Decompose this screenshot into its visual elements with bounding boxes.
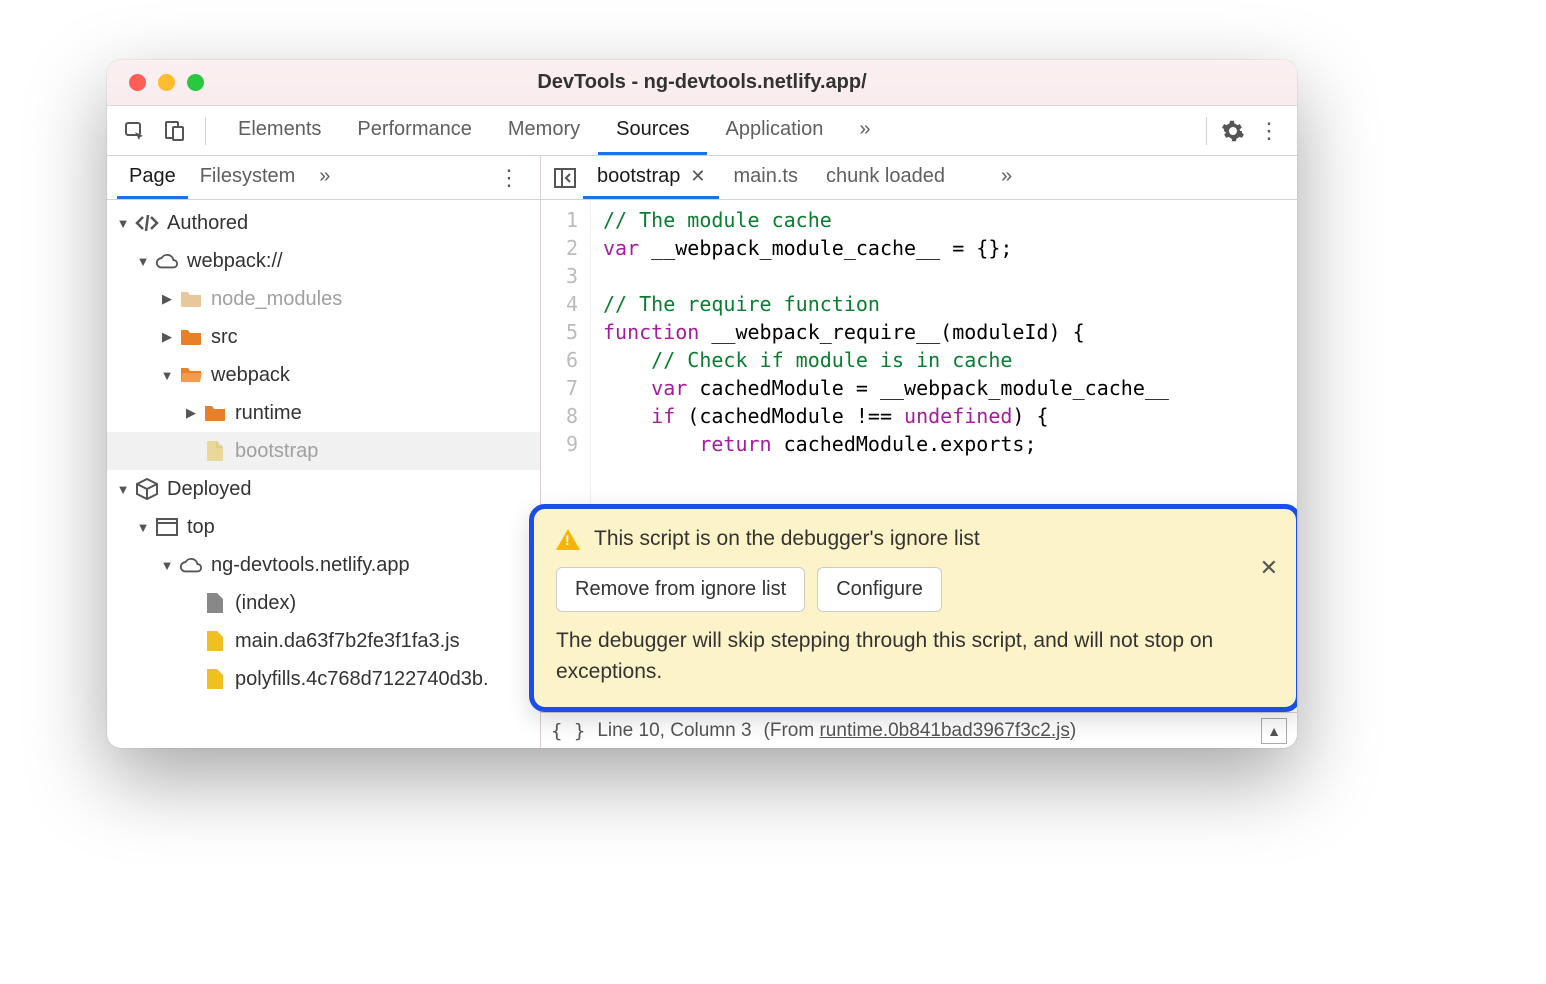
- separator: [205, 117, 206, 145]
- folder-open-icon: [179, 363, 203, 387]
- tree-label: node_modules: [211, 288, 342, 311]
- tree-node-modules[interactable]: ▶node_modules: [107, 280, 540, 318]
- source-from: (From runtime.0b841bad3967f3c2.js): [764, 720, 1077, 742]
- tree-label: src: [211, 326, 238, 349]
- tree-top[interactable]: ▼top: [107, 508, 540, 546]
- source-link[interactable]: runtime.0b841bad3967f3c2.js: [819, 720, 1069, 741]
- devtools-window: DevTools - ng-devtools.netlify.app/ Elem…: [107, 60, 1297, 748]
- navigator-toggle-icon[interactable]: [547, 160, 583, 196]
- sidebar-tab-page[interactable]: Page: [117, 156, 188, 199]
- editor-pane: bootstrap✕ main.ts chunk loaded » 1 2 3 …: [541, 156, 1297, 748]
- editor-statusbar: { } Line 10, Column 3 (From runtime.0b84…: [541, 712, 1297, 748]
- filetabs-overflow-icon[interactable]: »: [987, 156, 1026, 199]
- warning-icon: [556, 529, 580, 550]
- tree-label: Authored: [167, 212, 248, 235]
- file-icon: [203, 591, 227, 615]
- tree-bootstrap[interactable]: bootstrap: [107, 432, 540, 470]
- close-window-icon[interactable]: [129, 74, 146, 91]
- package-icon: [135, 477, 159, 501]
- tree-label: webpack://: [187, 250, 283, 273]
- tree-label: Deployed: [167, 478, 252, 501]
- js-file-icon: [203, 667, 227, 691]
- folder-icon: [179, 325, 203, 349]
- frame-icon: [155, 515, 179, 539]
- tree-label: ng-devtools.netlify.app: [211, 554, 410, 577]
- tree-runtime[interactable]: ▶runtime: [107, 394, 540, 432]
- filetab-bootstrap[interactable]: bootstrap ✕: [583, 156, 719, 199]
- tabs-overflow-icon[interactable]: »: [841, 106, 888, 155]
- sidebar-tab-filesystem[interactable]: Filesystem: [188, 156, 308, 199]
- folder-icon: [179, 287, 203, 311]
- code-icon: [135, 211, 159, 235]
- titlebar: DevTools - ng-devtools.netlify.app/: [107, 60, 1297, 106]
- tree-label: polyfills.4c768d7122740d3b.: [235, 668, 489, 691]
- banner-title: This script is on the debugger's ignore …: [594, 527, 980, 551]
- remove-from-ignore-button[interactable]: Remove from ignore list: [556, 567, 805, 612]
- minimize-window-icon[interactable]: [158, 74, 175, 91]
- tree-src[interactable]: ▶src: [107, 318, 540, 356]
- ignore-list-banner: This script is on the debugger's ignore …: [529, 504, 1297, 712]
- inspect-icon[interactable]: [119, 115, 151, 147]
- tree-label: runtime: [235, 402, 302, 425]
- close-icon[interactable]: ✕: [690, 166, 705, 187]
- file-icon: [203, 439, 227, 463]
- sources-sidebar: Page Filesystem » ⋮ ▼Authored ▼webpack:/…: [107, 156, 541, 748]
- filetab-label: main.ts: [733, 165, 797, 188]
- cloud-icon: [179, 553, 203, 577]
- file-tabs: bootstrap ✕ main.ts chunk loaded »: [541, 156, 1297, 200]
- tree-webpack[interactable]: ▼webpack://: [107, 242, 540, 280]
- configure-button[interactable]: Configure: [817, 567, 942, 612]
- filetab-label: bootstrap: [597, 165, 680, 188]
- tree-polyfills[interactable]: polyfills.4c768d7122740d3b.: [107, 660, 540, 698]
- tree-authored[interactable]: ▼Authored: [107, 204, 540, 242]
- tab-sources[interactable]: Sources: [598, 106, 707, 155]
- sidebar-kebab-icon[interactable]: ⋮: [488, 165, 530, 191]
- folder-icon: [203, 401, 227, 425]
- js-file-icon: [203, 629, 227, 653]
- cursor-position: Line 10, Column 3: [597, 720, 751, 742]
- close-banner-icon[interactable]: ✕: [1260, 555, 1278, 581]
- sidebar-tabs: Page Filesystem » ⋮: [107, 156, 540, 200]
- tab-application[interactable]: Application: [707, 106, 841, 155]
- cloud-icon: [155, 249, 179, 273]
- tree-index[interactable]: (index): [107, 584, 540, 622]
- sidebar-tabs-overflow-icon[interactable]: »: [307, 156, 342, 199]
- tab-memory[interactable]: Memory: [490, 106, 598, 155]
- window-title: DevTools - ng-devtools.netlify.app/: [537, 71, 866, 94]
- file-tree: ▼Authored ▼webpack:// ▶node_modules ▶src…: [107, 200, 540, 748]
- filetab-chunk[interactable]: chunk loaded: [812, 156, 959, 199]
- tree-label: top: [187, 516, 215, 539]
- window-controls: [129, 74, 204, 91]
- tree-label: webpack: [211, 364, 290, 387]
- gear-icon[interactable]: [1217, 115, 1249, 147]
- tree-domain[interactable]: ▼ng-devtools.netlify.app: [107, 546, 540, 584]
- tree-mainjs[interactable]: main.da63f7b2fe3f1fa3.js: [107, 622, 540, 660]
- tree-label: (index): [235, 592, 296, 615]
- kebab-menu-icon[interactable]: ⋮: [1253, 115, 1285, 147]
- filetab-main[interactable]: main.ts: [719, 156, 811, 199]
- separator: [1206, 117, 1207, 145]
- maximize-window-icon[interactable]: [187, 74, 204, 91]
- pretty-print-icon[interactable]: { }: [551, 720, 585, 742]
- tree-deployed[interactable]: ▼Deployed: [107, 470, 540, 508]
- tree-label: bootstrap: [235, 440, 318, 463]
- main-toolbar: Elements Performance Memory Sources Appl…: [107, 106, 1297, 156]
- tree-label: main.da63f7b2fe3f1fa3.js: [235, 630, 460, 653]
- banner-description: The debugger will skip stepping through …: [556, 626, 1274, 687]
- collapse-icon[interactable]: ▲: [1261, 718, 1287, 744]
- device-toggle-icon[interactable]: [159, 115, 191, 147]
- panel-tabs: Elements Performance Memory Sources Appl…: [220, 106, 888, 155]
- tab-performance[interactable]: Performance: [339, 106, 490, 155]
- tab-elements[interactable]: Elements: [220, 106, 339, 155]
- tree-webpack-folder[interactable]: ▼webpack: [107, 356, 540, 394]
- filetab-label: chunk loaded: [826, 165, 945, 188]
